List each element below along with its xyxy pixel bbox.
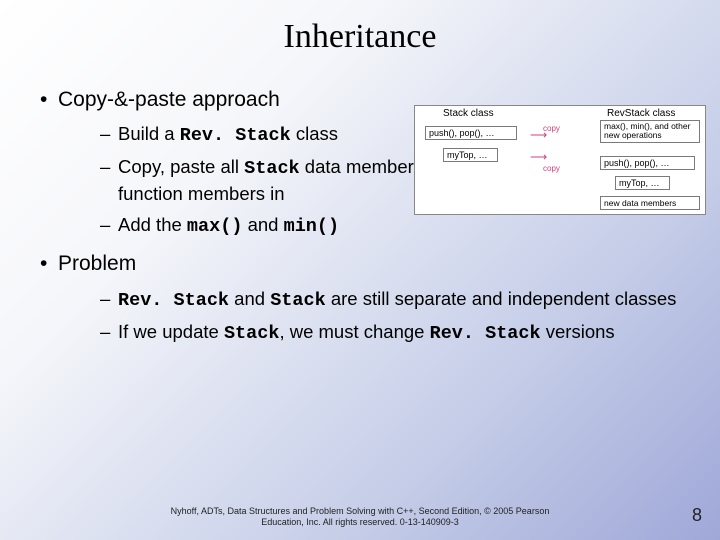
- text: If we update: [118, 321, 224, 342]
- diagram-revstack-header: RevStack class: [607, 108, 675, 119]
- code-stack: Stack: [270, 290, 326, 311]
- code-stack: Stack: [224, 323, 280, 344]
- text: , we must change: [279, 321, 429, 342]
- bullet-text: Problem: [58, 252, 136, 275]
- diagram-right-data-copied: myTop, …: [615, 176, 670, 190]
- footer-line: Education, Inc. All rights reserved. 0-1…: [261, 517, 459, 527]
- text: and: [229, 288, 270, 309]
- code-stack: Stack: [244, 158, 300, 179]
- code-min: min(): [284, 216, 340, 237]
- code-revstack: Rev. Stack: [118, 290, 229, 311]
- diagram-left-ops: push(), pop(), …: [425, 126, 517, 140]
- code-revstack: Rev. Stack: [430, 323, 541, 344]
- footer-citation: Nyhoff, ADTs, Data Structures and Proble…: [0, 506, 720, 529]
- subbullet-update: If we update Stack, we must change Rev. …: [100, 320, 706, 347]
- class-diagram: Stack class RevStack class push(), pop()…: [414, 105, 706, 215]
- text: Copy, paste all: [118, 156, 244, 177]
- code-revstack: Rev. Stack: [180, 125, 291, 146]
- diagram-right-ops-new: max(), min(), and other new operations: [600, 120, 700, 143]
- diagram-arrow-label: copy: [543, 124, 560, 133]
- diagram-arrow: ⟶: [530, 150, 547, 164]
- bullet-problem: Problem Rev. Stack and Stack are still s…: [40, 250, 706, 346]
- footer-line: Nyhoff, ADTs, Data Structures and Proble…: [171, 506, 550, 516]
- diagram-stack-header: Stack class: [443, 108, 494, 119]
- subbullet-add: Add the max() and min(): [100, 213, 706, 240]
- text: Add the: [118, 214, 187, 235]
- bullet-text: Copy-&-paste approach: [58, 88, 280, 111]
- diagram-arrow-label: copy: [543, 164, 560, 173]
- text: and: [242, 214, 283, 235]
- slide-title: Inheritance: [0, 0, 720, 56]
- text: Build a: [118, 123, 180, 144]
- text: class: [291, 123, 338, 144]
- code-max: max(): [187, 216, 243, 237]
- text: are still separate and independent class…: [326, 288, 677, 309]
- diagram-right-ops-copied: push(), pop(), …: [600, 156, 695, 170]
- diagram-right-data-new: new data members: [600, 196, 700, 210]
- subbullet-separate: Rev. Stack and Stack are still separate …: [100, 287, 706, 314]
- page-number: 8: [692, 505, 702, 526]
- text: versions: [541, 321, 615, 342]
- diagram-left-data: myTop, …: [443, 148, 498, 162]
